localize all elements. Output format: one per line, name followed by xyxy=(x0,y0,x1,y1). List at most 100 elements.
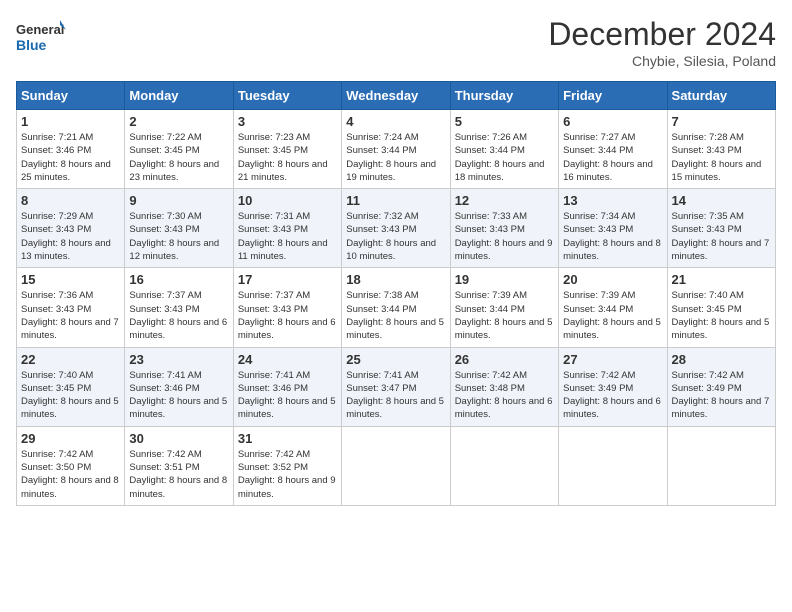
day-number: 27 xyxy=(563,352,662,367)
day-number: 13 xyxy=(563,193,662,208)
day-cell-5: 5 Sunrise: 7:26 AM Sunset: 3:44 PM Dayli… xyxy=(450,110,558,189)
page-header: General Blue December 2024 Chybie, Siles… xyxy=(16,16,776,69)
day-number: 30 xyxy=(129,431,228,446)
day-details: Sunrise: 7:37 AM Sunset: 3:43 PM Dayligh… xyxy=(238,289,337,342)
day-number: 16 xyxy=(129,272,228,287)
day-details: Sunrise: 7:39 AM Sunset: 3:44 PM Dayligh… xyxy=(455,289,554,342)
day-cell-11: 11 Sunrise: 7:32 AM Sunset: 3:43 PM Dayl… xyxy=(342,189,450,268)
day-details: Sunrise: 7:30 AM Sunset: 3:43 PM Dayligh… xyxy=(129,210,228,263)
calendar-row-5: 29 Sunrise: 7:42 AM Sunset: 3:50 PM Dayl… xyxy=(17,426,776,505)
day-number: 15 xyxy=(21,272,120,287)
weekday-wednesday: Wednesday xyxy=(342,82,450,110)
day-number: 5 xyxy=(455,114,554,129)
day-cell-22: 22 Sunrise: 7:40 AM Sunset: 3:45 PM Dayl… xyxy=(17,347,125,426)
weekday-thursday: Thursday xyxy=(450,82,558,110)
day-number: 22 xyxy=(21,352,120,367)
day-cell-1: 1 Sunrise: 7:21 AM Sunset: 3:46 PM Dayli… xyxy=(17,110,125,189)
day-number: 1 xyxy=(21,114,120,129)
calendar-row-3: 15 Sunrise: 7:36 AM Sunset: 3:43 PM Dayl… xyxy=(17,268,776,347)
day-number: 12 xyxy=(455,193,554,208)
day-cell-4: 4 Sunrise: 7:24 AM Sunset: 3:44 PM Dayli… xyxy=(342,110,450,189)
day-cell-14: 14 Sunrise: 7:35 AM Sunset: 3:43 PM Dayl… xyxy=(667,189,775,268)
day-cell-3: 3 Sunrise: 7:23 AM Sunset: 3:45 PM Dayli… xyxy=(233,110,341,189)
day-cell-25: 25 Sunrise: 7:41 AM Sunset: 3:47 PM Dayl… xyxy=(342,347,450,426)
day-cell-29: 29 Sunrise: 7:42 AM Sunset: 3:50 PM Dayl… xyxy=(17,426,125,505)
day-details: Sunrise: 7:42 AM Sunset: 3:49 PM Dayligh… xyxy=(672,369,771,422)
day-cell-8: 8 Sunrise: 7:29 AM Sunset: 3:43 PM Dayli… xyxy=(17,189,125,268)
day-number: 31 xyxy=(238,431,337,446)
day-details: Sunrise: 7:40 AM Sunset: 3:45 PM Dayligh… xyxy=(672,289,771,342)
empty-cell xyxy=(559,426,667,505)
day-cell-23: 23 Sunrise: 7:41 AM Sunset: 3:46 PM Dayl… xyxy=(125,347,233,426)
day-number: 7 xyxy=(672,114,771,129)
day-number: 2 xyxy=(129,114,228,129)
weekday-tuesday: Tuesday xyxy=(233,82,341,110)
day-details: Sunrise: 7:41 AM Sunset: 3:46 PM Dayligh… xyxy=(129,369,228,422)
day-number: 3 xyxy=(238,114,337,129)
day-cell-6: 6 Sunrise: 7:27 AM Sunset: 3:44 PM Dayli… xyxy=(559,110,667,189)
day-number: 19 xyxy=(455,272,554,287)
day-cell-16: 16 Sunrise: 7:37 AM Sunset: 3:43 PM Dayl… xyxy=(125,268,233,347)
weekday-monday: Monday xyxy=(125,82,233,110)
day-number: 26 xyxy=(455,352,554,367)
day-details: Sunrise: 7:42 AM Sunset: 3:52 PM Dayligh… xyxy=(238,448,337,501)
calendar-row-1: 1 Sunrise: 7:21 AM Sunset: 3:46 PM Dayli… xyxy=(17,110,776,189)
title-block: December 2024 Chybie, Silesia, Poland xyxy=(548,16,776,69)
empty-cell xyxy=(667,426,775,505)
day-number: 25 xyxy=(346,352,445,367)
weekday-friday: Friday xyxy=(559,82,667,110)
month-title: December 2024 xyxy=(548,16,776,53)
weekday-sunday: Sunday xyxy=(17,82,125,110)
day-details: Sunrise: 7:27 AM Sunset: 3:44 PM Dayligh… xyxy=(563,131,662,184)
weekday-header-row: SundayMondayTuesdayWednesdayThursdayFrid… xyxy=(17,82,776,110)
day-number: 6 xyxy=(563,114,662,129)
svg-text:General: General xyxy=(16,22,64,37)
day-number: 17 xyxy=(238,272,337,287)
day-details: Sunrise: 7:24 AM Sunset: 3:44 PM Dayligh… xyxy=(346,131,445,184)
day-number: 14 xyxy=(672,193,771,208)
day-details: Sunrise: 7:42 AM Sunset: 3:50 PM Dayligh… xyxy=(21,448,120,501)
day-details: Sunrise: 7:40 AM Sunset: 3:45 PM Dayligh… xyxy=(21,369,120,422)
day-number: 29 xyxy=(21,431,120,446)
day-cell-28: 28 Sunrise: 7:42 AM Sunset: 3:49 PM Dayl… xyxy=(667,347,775,426)
day-cell-7: 7 Sunrise: 7:28 AM Sunset: 3:43 PM Dayli… xyxy=(667,110,775,189)
day-details: Sunrise: 7:22 AM Sunset: 3:45 PM Dayligh… xyxy=(129,131,228,184)
empty-cell xyxy=(450,426,558,505)
day-details: Sunrise: 7:42 AM Sunset: 3:49 PM Dayligh… xyxy=(563,369,662,422)
day-details: Sunrise: 7:32 AM Sunset: 3:43 PM Dayligh… xyxy=(346,210,445,263)
day-cell-24: 24 Sunrise: 7:41 AM Sunset: 3:46 PM Dayl… xyxy=(233,347,341,426)
day-number: 23 xyxy=(129,352,228,367)
day-cell-19: 19 Sunrise: 7:39 AM Sunset: 3:44 PM Dayl… xyxy=(450,268,558,347)
day-details: Sunrise: 7:41 AM Sunset: 3:47 PM Dayligh… xyxy=(346,369,445,422)
day-number: 10 xyxy=(238,193,337,208)
day-number: 4 xyxy=(346,114,445,129)
day-cell-15: 15 Sunrise: 7:36 AM Sunset: 3:43 PM Dayl… xyxy=(17,268,125,347)
day-details: Sunrise: 7:35 AM Sunset: 3:43 PM Dayligh… xyxy=(672,210,771,263)
day-details: Sunrise: 7:29 AM Sunset: 3:43 PM Dayligh… xyxy=(21,210,120,263)
day-number: 20 xyxy=(563,272,662,287)
day-cell-18: 18 Sunrise: 7:38 AM Sunset: 3:44 PM Dayl… xyxy=(342,268,450,347)
day-number: 9 xyxy=(129,193,228,208)
day-details: Sunrise: 7:31 AM Sunset: 3:43 PM Dayligh… xyxy=(238,210,337,263)
day-number: 11 xyxy=(346,193,445,208)
day-cell-13: 13 Sunrise: 7:34 AM Sunset: 3:43 PM Dayl… xyxy=(559,189,667,268)
day-details: Sunrise: 7:26 AM Sunset: 3:44 PM Dayligh… xyxy=(455,131,554,184)
logo-icon: General Blue xyxy=(16,16,66,60)
day-cell-30: 30 Sunrise: 7:42 AM Sunset: 3:51 PM Dayl… xyxy=(125,426,233,505)
day-details: Sunrise: 7:21 AM Sunset: 3:46 PM Dayligh… xyxy=(21,131,120,184)
day-details: Sunrise: 7:42 AM Sunset: 3:48 PM Dayligh… xyxy=(455,369,554,422)
empty-cell xyxy=(342,426,450,505)
day-cell-12: 12 Sunrise: 7:33 AM Sunset: 3:43 PM Dayl… xyxy=(450,189,558,268)
day-details: Sunrise: 7:41 AM Sunset: 3:46 PM Dayligh… xyxy=(238,369,337,422)
day-cell-21: 21 Sunrise: 7:40 AM Sunset: 3:45 PM Dayl… xyxy=(667,268,775,347)
day-cell-10: 10 Sunrise: 7:31 AM Sunset: 3:43 PM Dayl… xyxy=(233,189,341,268)
day-cell-20: 20 Sunrise: 7:39 AM Sunset: 3:44 PM Dayl… xyxy=(559,268,667,347)
day-number: 8 xyxy=(21,193,120,208)
calendar-table: SundayMondayTuesdayWednesdayThursdayFrid… xyxy=(16,81,776,506)
day-cell-2: 2 Sunrise: 7:22 AM Sunset: 3:45 PM Dayli… xyxy=(125,110,233,189)
day-details: Sunrise: 7:23 AM Sunset: 3:45 PM Dayligh… xyxy=(238,131,337,184)
day-details: Sunrise: 7:42 AM Sunset: 3:51 PM Dayligh… xyxy=(129,448,228,501)
location-subtitle: Chybie, Silesia, Poland xyxy=(548,53,776,69)
calendar-row-2: 8 Sunrise: 7:29 AM Sunset: 3:43 PM Dayli… xyxy=(17,189,776,268)
day-cell-9: 9 Sunrise: 7:30 AM Sunset: 3:43 PM Dayli… xyxy=(125,189,233,268)
